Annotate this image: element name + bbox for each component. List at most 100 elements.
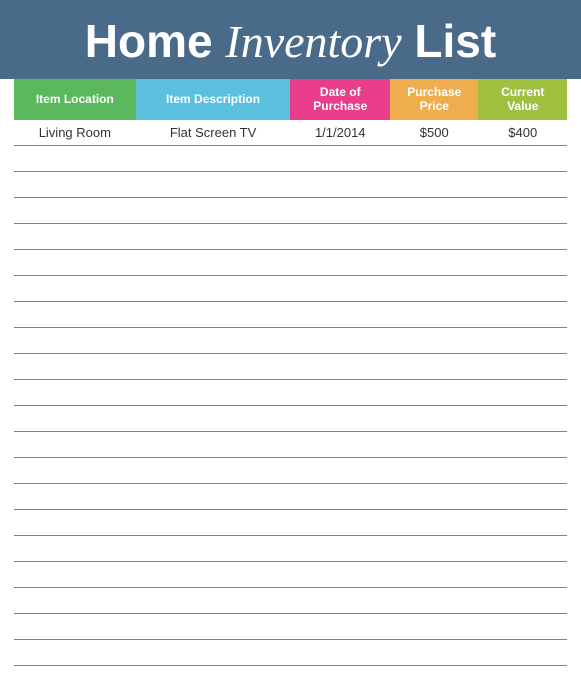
- empty-cell: [136, 484, 291, 510]
- empty-cell: [390, 484, 478, 510]
- empty-cell: [478, 302, 567, 328]
- empty-cell: [478, 328, 567, 354]
- empty-cell: [390, 406, 478, 432]
- column-header-row: Item Location Item Description Date ofPu…: [14, 79, 567, 120]
- empty-cell: [290, 172, 390, 198]
- empty-cell: [290, 250, 390, 276]
- empty-cell: [290, 562, 390, 588]
- empty-cell: [478, 588, 567, 614]
- empty-cell: [390, 146, 478, 172]
- empty-cell: [14, 354, 136, 380]
- empty-cell: [390, 380, 478, 406]
- empty-row: [14, 172, 567, 198]
- empty-cell: [14, 588, 136, 614]
- empty-row: [14, 328, 567, 354]
- empty-row: [14, 510, 567, 536]
- empty-row: [14, 614, 567, 640]
- empty-cell: [136, 406, 291, 432]
- empty-cell: [136, 328, 291, 354]
- empty-cell: [290, 588, 390, 614]
- empty-cell: [136, 250, 291, 276]
- empty-cell: [478, 614, 567, 640]
- empty-cell: [136, 146, 291, 172]
- empty-cell: [136, 510, 291, 536]
- empty-row: [14, 458, 567, 484]
- empty-cell: [478, 406, 567, 432]
- empty-row: [14, 302, 567, 328]
- empty-row: [14, 250, 567, 276]
- empty-cell: [290, 640, 390, 666]
- header-value: CurrentValue: [478, 79, 567, 120]
- table-container: Item Location Item Description Date ofPu…: [0, 79, 581, 680]
- empty-cell: [14, 250, 136, 276]
- empty-cell: [14, 406, 136, 432]
- empty-row: [14, 380, 567, 406]
- empty-cell: [478, 510, 567, 536]
- empty-cell: [14, 484, 136, 510]
- empty-cell: [14, 224, 136, 250]
- empty-cell: [390, 640, 478, 666]
- empty-cell: [14, 562, 136, 588]
- header-date: Date ofPurchase: [290, 79, 390, 120]
- empty-cell: [14, 146, 136, 172]
- empty-cell: [290, 614, 390, 640]
- header: Home Inventory List: [0, 0, 581, 79]
- empty-cell: [290, 224, 390, 250]
- empty-cell: [390, 224, 478, 250]
- empty-cell: [390, 276, 478, 302]
- empty-cell: [14, 172, 136, 198]
- empty-row: [14, 354, 567, 380]
- empty-cell: [478, 250, 567, 276]
- empty-cell: [390, 354, 478, 380]
- empty-cell: [290, 510, 390, 536]
- empty-cell: [14, 198, 136, 224]
- empty-cell: [390, 614, 478, 640]
- empty-cell: [390, 562, 478, 588]
- title-list: List: [414, 15, 496, 67]
- empty-cell: [136, 380, 291, 406]
- empty-cell: [14, 458, 136, 484]
- empty-cell: [14, 302, 136, 328]
- empty-row: [14, 276, 567, 302]
- cell-value: $400: [478, 120, 567, 146]
- empty-cell: [390, 458, 478, 484]
- title-inventory: Inventory: [225, 16, 401, 67]
- empty-cell: [290, 458, 390, 484]
- empty-cell: [14, 536, 136, 562]
- header-price: PurchasePrice: [390, 79, 478, 120]
- empty-cell: [290, 536, 390, 562]
- empty-cell: [478, 640, 567, 666]
- empty-cell: [290, 406, 390, 432]
- page-title: Home Inventory List: [20, 18, 561, 65]
- table-row: Living Room Flat Screen TV 1/1/2014 $500…: [14, 120, 567, 146]
- empty-cell: [390, 588, 478, 614]
- empty-cell: [478, 380, 567, 406]
- empty-cell: [14, 328, 136, 354]
- empty-cell: [390, 536, 478, 562]
- empty-cell: [136, 458, 291, 484]
- header-location: Item Location: [14, 79, 136, 120]
- empty-cell: [390, 250, 478, 276]
- empty-row: [14, 640, 567, 666]
- empty-cell: [390, 328, 478, 354]
- empty-row: [14, 432, 567, 458]
- empty-cell: [390, 302, 478, 328]
- empty-cell: [14, 276, 136, 302]
- empty-cell: [136, 302, 291, 328]
- empty-cell: [136, 172, 291, 198]
- empty-cell: [290, 328, 390, 354]
- empty-cell: [390, 510, 478, 536]
- empty-cell: [478, 172, 567, 198]
- empty-cell: [136, 536, 291, 562]
- empty-cell: [136, 224, 291, 250]
- empty-row: [14, 484, 567, 510]
- empty-cell: [478, 536, 567, 562]
- empty-row: [14, 146, 567, 172]
- cell-location: Living Room: [14, 120, 136, 146]
- table-body: Living Room Flat Screen TV 1/1/2014 $500…: [14, 120, 567, 666]
- empty-cell: [478, 224, 567, 250]
- empty-cell: [14, 432, 136, 458]
- empty-cell: [290, 146, 390, 172]
- empty-cell: [290, 380, 390, 406]
- empty-row: [14, 224, 567, 250]
